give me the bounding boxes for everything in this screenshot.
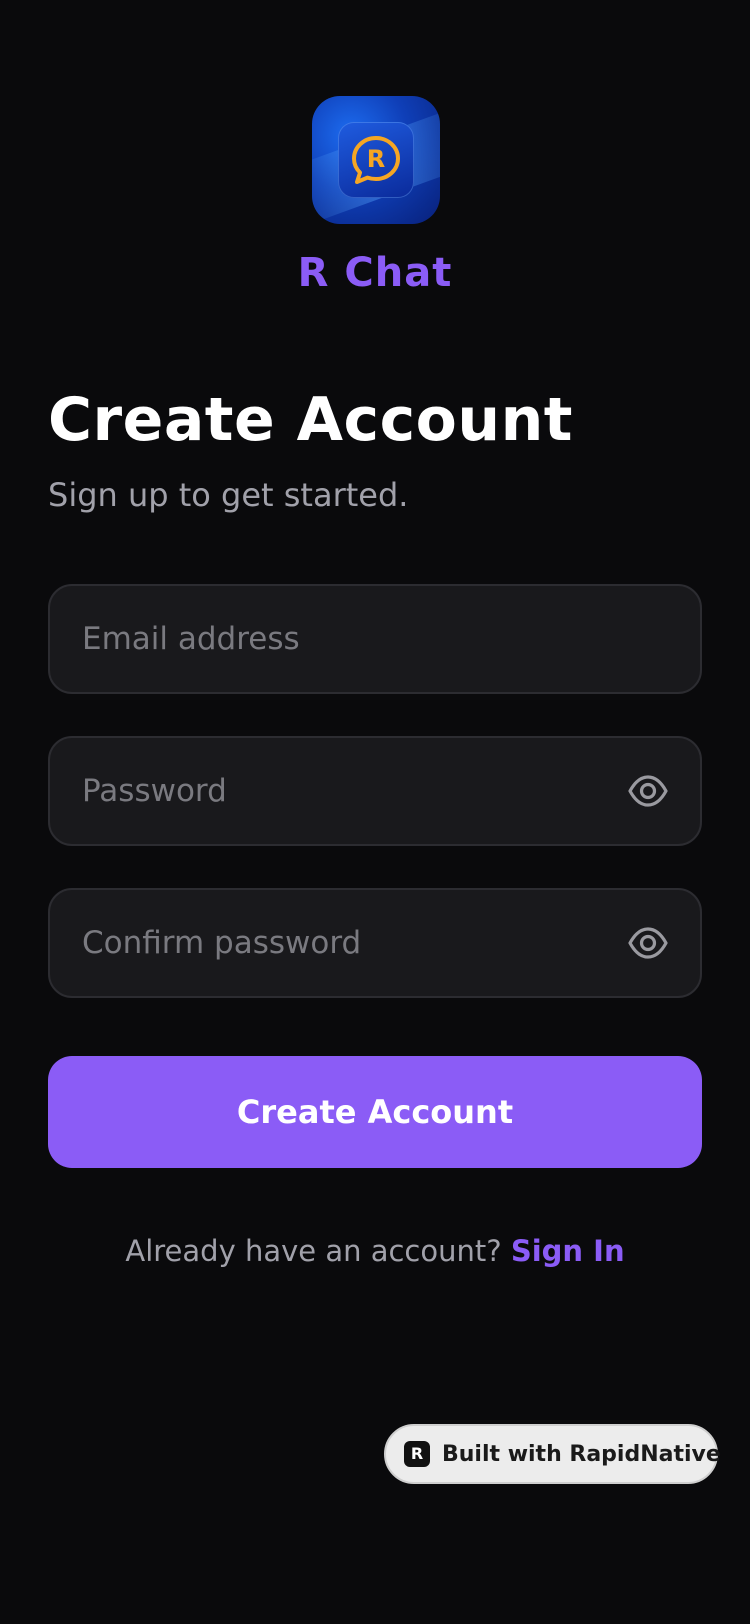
password-field[interactable] [48,736,702,846]
eye-icon[interactable] [628,925,668,961]
rapidnative-logo-icon: R [404,1441,430,1467]
chat-bubble-icon: R [352,136,400,184]
sign-in-link[interactable]: Sign In [511,1234,625,1268]
logo-letter: R [367,145,385,173]
sign-up-screen: R R Chat Create Account Sign up to get s… [0,0,750,1624]
app-logo: R [312,96,440,224]
password-input[interactable] [82,738,602,844]
badge-icon-letter: R [410,1444,424,1463]
create-account-button[interactable]: Create Account [48,1056,702,1168]
page-title: Create Account [48,385,573,455]
email-field[interactable] [48,584,702,694]
confirm-password-field[interactable] [48,888,702,998]
eye-icon[interactable] [628,773,668,809]
email-input[interactable] [82,586,602,692]
sign-in-prompt-text: Already have an account? [125,1234,511,1268]
badge-label: Built with RapidNative [442,1441,721,1467]
sign-in-prompt: Already have an account? Sign In [0,1234,750,1268]
app-logo-inner: R [338,122,414,198]
confirm-password-input[interactable] [82,890,602,996]
app-name: R Chat [297,250,453,296]
page-subtitle: Sign up to get started. [48,476,409,514]
built-with-badge[interactable]: R Built with RapidNative [384,1424,721,1484]
